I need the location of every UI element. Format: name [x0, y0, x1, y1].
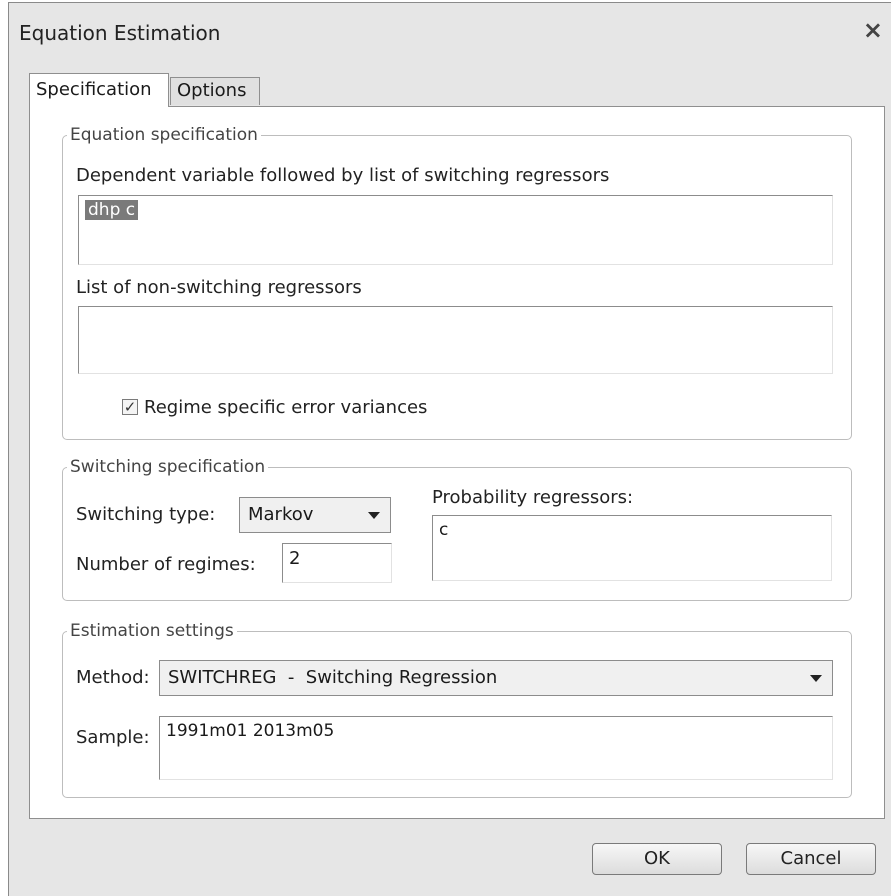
switching-type-select[interactable]: Markov [239, 497, 391, 533]
regimes-label: Number of regimes: [76, 554, 256, 575]
regime-checkbox[interactable]: ✓ [122, 399, 138, 415]
window-title: Equation Estimation [19, 21, 221, 45]
nonswitching-input[interactable] [78, 306, 833, 374]
sample-input[interactable]: 1991m01 2013m05 [159, 716, 833, 780]
tab-specification[interactable]: Specification [29, 73, 169, 107]
chevron-down-icon [368, 512, 380, 519]
regimes-input[interactable]: 2 [282, 543, 392, 583]
regime-checkbox-label: Regime specific error variances [144, 397, 428, 418]
close-icon[interactable]: × [863, 15, 883, 45]
probability-input[interactable]: c [432, 515, 832, 581]
method-label: Method: [76, 667, 150, 688]
probability-label: Probability regressors: [432, 487, 634, 508]
switching-spec-legend: Switching specification [70, 457, 266, 477]
nonswitching-label: List of non-switching regressors [76, 277, 362, 298]
switching-type-value: Markov [248, 504, 314, 525]
cancel-button[interactable]: Cancel [746, 843, 876, 875]
estimation-legend: Estimation settings [70, 621, 234, 641]
specification-panel: Equation specification Dependent variabl… [29, 106, 885, 819]
dependent-label: Dependent variable followed by list of s… [76, 165, 610, 186]
switching-type-label: Switching type: [76, 504, 216, 525]
dependent-input[interactable]: dhp c [78, 195, 833, 265]
method-value: SWITCHREG - Switching Regression [168, 667, 498, 688]
equation-spec-legend: Equation specification [70, 125, 258, 145]
ok-button[interactable]: OK [592, 843, 722, 875]
tab-options[interactable]: Options [170, 77, 260, 105]
dependent-input-value: dhp c [85, 200, 139, 220]
sample-label: Sample: [76, 727, 150, 748]
method-select[interactable]: SWITCHREG - Switching Regression [159, 660, 833, 696]
chevron-down-icon [810, 675, 822, 682]
title-bar[interactable]: Equation Estimation × [9, 3, 891, 61]
dialog-window: Equation Estimation × Specification Opti… [8, 2, 891, 896]
